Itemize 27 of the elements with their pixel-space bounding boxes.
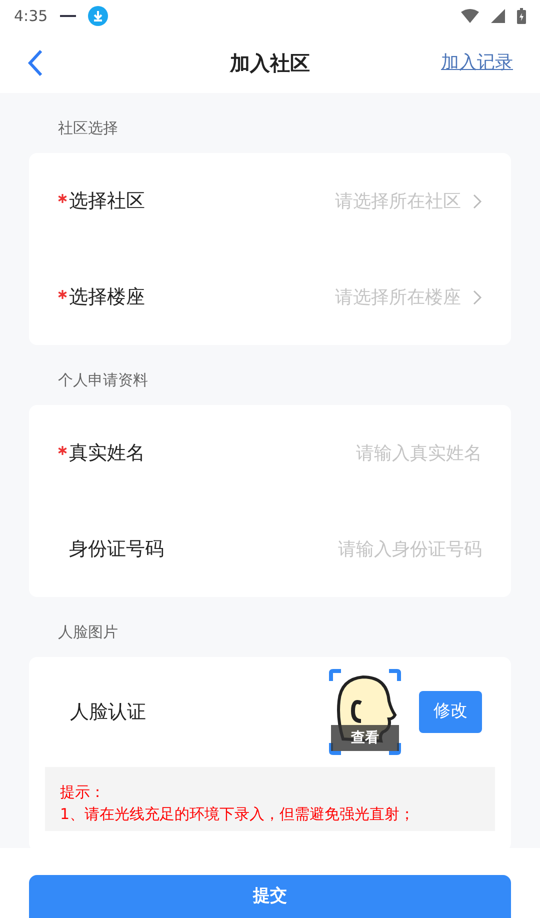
select-field[interactable]: 请选择所在社区 [335, 188, 482, 214]
tip-text: 1、请在光线充足的环境下录入，但需避免强光直射； [60, 804, 416, 825]
view-button[interactable]: 查看 [331, 725, 399, 751]
field-label: 选择社区 [69, 188, 145, 214]
submit-button[interactable]: 提交 [29, 875, 511, 918]
chevron-right-icon [473, 290, 482, 304]
edit-button[interactable]: 修改 [419, 691, 482, 733]
section-label: 社区选择 [58, 118, 118, 139]
download-icon [88, 6, 108, 26]
join-records-link[interactable]: 加入记录 [441, 49, 513, 76]
battery-icon [517, 8, 526, 24]
section-label: 人脸图片 [58, 622, 118, 643]
select-field[interactable]: 请选择所在楼座 [335, 284, 482, 310]
field-label: 真实姓名 [69, 440, 145, 466]
tip-text: 提示： [60, 782, 106, 803]
field-label: 选择楼座 [69, 284, 145, 310]
input-field[interactable]: 请输入身份证号码 [282, 536, 482, 562]
wifi-icon [461, 9, 479, 23]
field-label: 人脸认证 [70, 700, 146, 725]
signal-icon [491, 9, 505, 23]
page-title: 加入社区 [230, 50, 310, 76]
status-time: 4:35 [14, 6, 48, 27]
input-field[interactable]: 请输入真实姓名 [282, 440, 482, 466]
section-label: 个人申请资料 [58, 370, 148, 391]
chevron-right-icon [473, 194, 482, 208]
field-label: 身份证号码 [69, 536, 164, 562]
back-icon[interactable] [27, 48, 43, 76]
